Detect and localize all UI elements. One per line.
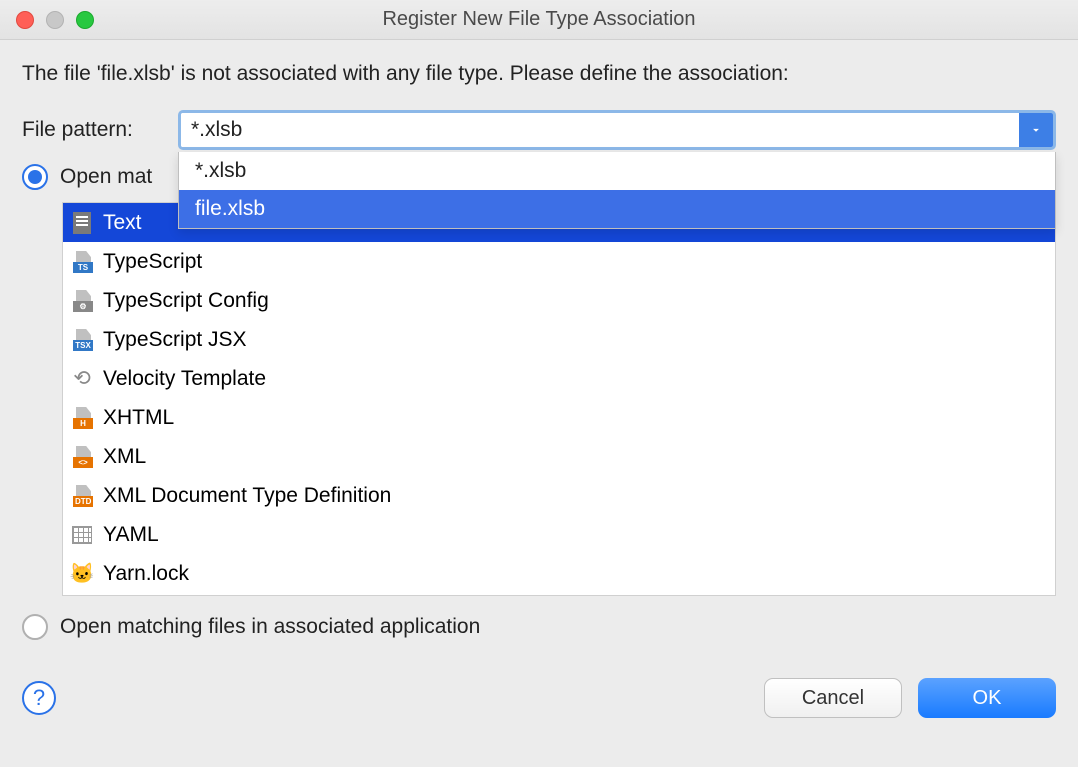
filetype-item-xhtml[interactable]: H XHTML <box>63 398 1055 437</box>
help-button[interactable]: ? <box>22 681 56 715</box>
open-in-app-label: Open matching files in associated applic… <box>60 615 480 639</box>
file-pattern-label: File pattern: <box>22 118 158 142</box>
velocity-icon: ⟲ <box>71 368 93 390</box>
file-pattern-combobox[interactable] <box>178 110 1056 150</box>
minimize-window-button[interactable] <box>46 11 64 29</box>
tsx-icon: TSX <box>71 329 93 351</box>
filetype-label: XHTML <box>103 406 174 430</box>
filetype-item-typescript-config[interactable]: ⚙ TypeScript Config <box>63 281 1055 320</box>
filetype-item-yarnlock[interactable]: 🐱 Yarn.lock <box>63 554 1055 593</box>
filetype-list[interactable]: Text TS TypeScript ⚙ TypeScript Config T… <box>62 202 1056 596</box>
yaml-icon <box>71 524 93 546</box>
titlebar: Register New File Type Association <box>0 0 1078 40</box>
cancel-button[interactable]: Cancel <box>764 678 902 718</box>
dialog-content: The file 'file.xlsb' is not associated w… <box>0 40 1078 678</box>
ok-button[interactable]: OK <box>918 678 1056 718</box>
close-window-button[interactable] <box>16 11 34 29</box>
xml-icon: <> <box>71 446 93 468</box>
filetype-label: TypeScript <box>103 250 202 274</box>
filetype-label: TypeScript Config <box>103 289 269 313</box>
chevron-down-icon <box>1029 123 1043 137</box>
filetype-item-velocity[interactable]: ⟲ Velocity Template <box>63 359 1055 398</box>
yarn-icon: 🐱 <box>71 563 93 585</box>
dtd-icon: DTD <box>71 485 93 507</box>
window-title: Register New File Type Association <box>0 8 1078 31</box>
file-pattern-dropdown: *.xlsb file.xlsb <box>178 152 1056 229</box>
open-in-ide-radio[interactable] <box>22 164 48 190</box>
ts-icon: TS <box>71 251 93 273</box>
file-pattern-dropdown-button[interactable] <box>1019 113 1053 147</box>
text-icon <box>71 212 93 234</box>
open-in-app-radio[interactable] <box>22 614 48 640</box>
dialog-footer: ? Cancel OK <box>0 678 1078 736</box>
filetype-item-yaml[interactable]: YAML <box>63 515 1055 554</box>
traffic-lights <box>16 11 94 29</box>
association-message: The file 'file.xlsb' is not associated w… <box>22 62 1056 86</box>
filetype-label: XML <box>103 445 146 469</box>
filetype-item-dtd[interactable]: DTD XML Document Type Definition <box>63 476 1055 515</box>
filetype-item-xml[interactable]: <> XML <box>63 437 1055 476</box>
filetype-item-typescript[interactable]: TS TypeScript <box>63 242 1055 281</box>
file-pattern-input[interactable] <box>181 113 1019 147</box>
open-in-app-radio-row: Open matching files in associated applic… <box>22 614 1056 640</box>
file-pattern-combo: *.xlsb file.xlsb <box>178 110 1056 150</box>
xhtml-icon: H <box>71 407 93 429</box>
filetype-label: Text <box>103 211 142 235</box>
dropdown-item[interactable]: *.xlsb <box>179 152 1055 190</box>
file-pattern-row: File pattern: *.xlsb file.xlsb <box>22 110 1056 150</box>
filetype-label: Yarn.lock <box>103 562 189 586</box>
open-in-ide-label: Open mat <box>60 165 152 189</box>
filetype-label: Velocity Template <box>103 367 266 391</box>
dropdown-item[interactable]: file.xlsb <box>179 190 1055 228</box>
maximize-window-button[interactable] <box>76 11 94 29</box>
filetype-label: XML Document Type Definition <box>103 484 391 508</box>
filetype-label: YAML <box>103 523 159 547</box>
filetype-label: TypeScript JSX <box>103 328 247 352</box>
ts-config-icon: ⚙ <box>71 290 93 312</box>
filetype-item-typescript-jsx[interactable]: TSX TypeScript JSX <box>63 320 1055 359</box>
